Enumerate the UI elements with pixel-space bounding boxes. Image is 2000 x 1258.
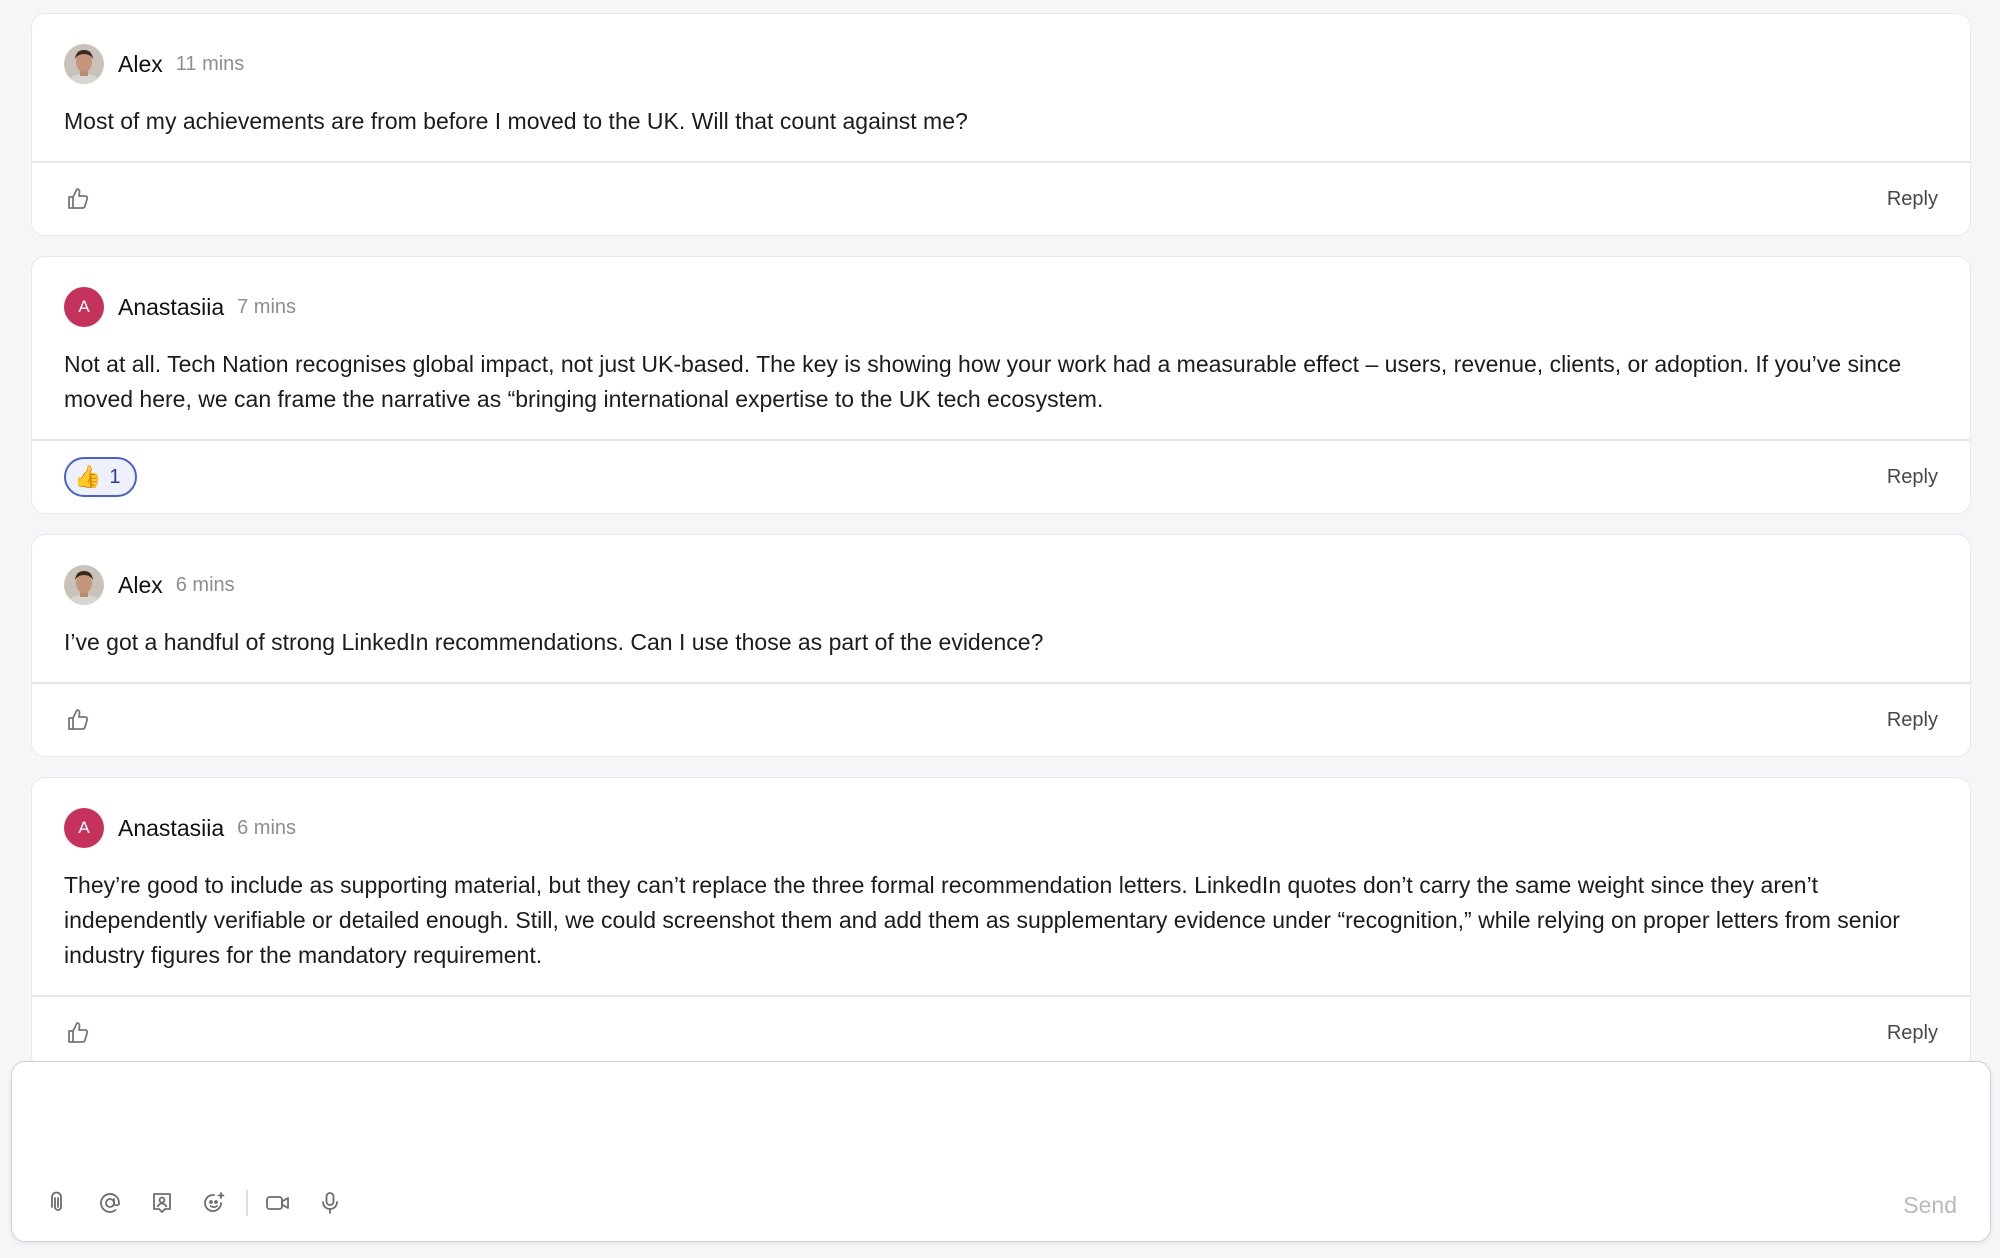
like-button[interactable] <box>60 702 96 738</box>
like-button[interactable] <box>60 1015 96 1051</box>
timestamp: 6 mins <box>237 816 297 839</box>
reply-button[interactable]: Reply <box>1887 466 1938 489</box>
comment-text: I’ve got a handful of strong LinkedIn re… <box>64 629 1044 655</box>
reply-button[interactable]: Reply <box>1887 709 1938 732</box>
reaction-pill[interactable]: 👍 1 <box>64 457 137 497</box>
comment-feed: Alex 11 mins Most of my achievements are… <box>31 13 1971 1090</box>
comment-meta: Alex 6 mins <box>64 565 1938 605</box>
comment-actions: Reply <box>32 161 1970 235</box>
emoji-add-icon <box>204 1192 225 1212</box>
paperclip-icon <box>51 1191 62 1211</box>
thumbs-up-icon <box>68 188 89 209</box>
thumbs-up-icon <box>68 709 89 730</box>
thumbs-up-emoji: 👍 <box>74 464 102 489</box>
emoji-button[interactable] <box>194 1183 234 1223</box>
avatar[interactable]: A <box>64 287 104 327</box>
comment-text: Not at all. Tech Nation recognises globa… <box>64 351 1902 412</box>
toolbar-divider <box>246 1190 248 1216</box>
author-name[interactable]: Alex <box>118 572 163 599</box>
comment-meta: A Anastasiia 7 mins <box>64 287 1938 327</box>
video-icon <box>266 1196 289 1210</box>
reply-button[interactable]: Reply <box>1887 188 1938 211</box>
avatar-letter: A <box>78 818 90 837</box>
avatar-letter: A <box>78 297 90 316</box>
video-button[interactable] <box>258 1183 298 1223</box>
author-name[interactable]: Anastasiia <box>118 294 224 321</box>
comment-meta: Alex 11 mins <box>64 44 1938 84</box>
message-composer: Send <box>11 1061 1991 1242</box>
reaction-count: 1 <box>109 465 121 488</box>
comment-card: A Anastasiia 6 mins They’re good to incl… <box>31 777 1971 1070</box>
reply-button[interactable]: Reply <box>1887 1022 1938 1045</box>
comment-card: Alex 11 mins Most of my achievements are… <box>31 13 1971 236</box>
attach-button[interactable] <box>38 1183 78 1223</box>
send-button[interactable]: Send <box>1903 1192 1957 1219</box>
comment-text: They’re good to include as supporting ma… <box>64 872 1900 968</box>
like-button[interactable] <box>60 181 96 217</box>
comment-actions: Reply <box>32 682 1970 756</box>
comment-meta: A Anastasiia 6 mins <box>64 808 1938 848</box>
timestamp: 11 mins <box>175 52 245 75</box>
avatar[interactable] <box>64 565 104 605</box>
person-tag-icon <box>153 1193 171 1213</box>
microphone-icon <box>322 1192 338 1214</box>
author-name[interactable]: Anastasiia <box>118 815 224 842</box>
thumbs-up-icon <box>68 1022 89 1043</box>
timestamp: 7 mins <box>237 295 297 318</box>
comment-card: A Anastasiia 7 mins Not at all. Tech Nat… <box>31 256 1971 514</box>
composer-toolbar <box>38 1183 362 1223</box>
comment-card: Alex 6 mins I’ve got a handful of strong… <box>31 534 1971 757</box>
author-name[interactable]: Alex <box>118 51 163 78</box>
avatar[interactable]: A <box>64 808 104 848</box>
voice-button[interactable] <box>310 1183 350 1223</box>
timestamp: 6 mins <box>175 573 235 596</box>
mention-button[interactable] <box>90 1183 130 1223</box>
comment-actions: 👍 1 Reply <box>32 439 1970 513</box>
avatar[interactable] <box>64 44 104 84</box>
tag-person-button[interactable] <box>142 1183 182 1223</box>
comment-text: Most of my achievements are from before … <box>64 108 968 134</box>
comment-actions: Reply <box>32 995 1970 1069</box>
at-sign-icon <box>100 1193 120 1213</box>
message-input[interactable] <box>38 1082 1958 1172</box>
